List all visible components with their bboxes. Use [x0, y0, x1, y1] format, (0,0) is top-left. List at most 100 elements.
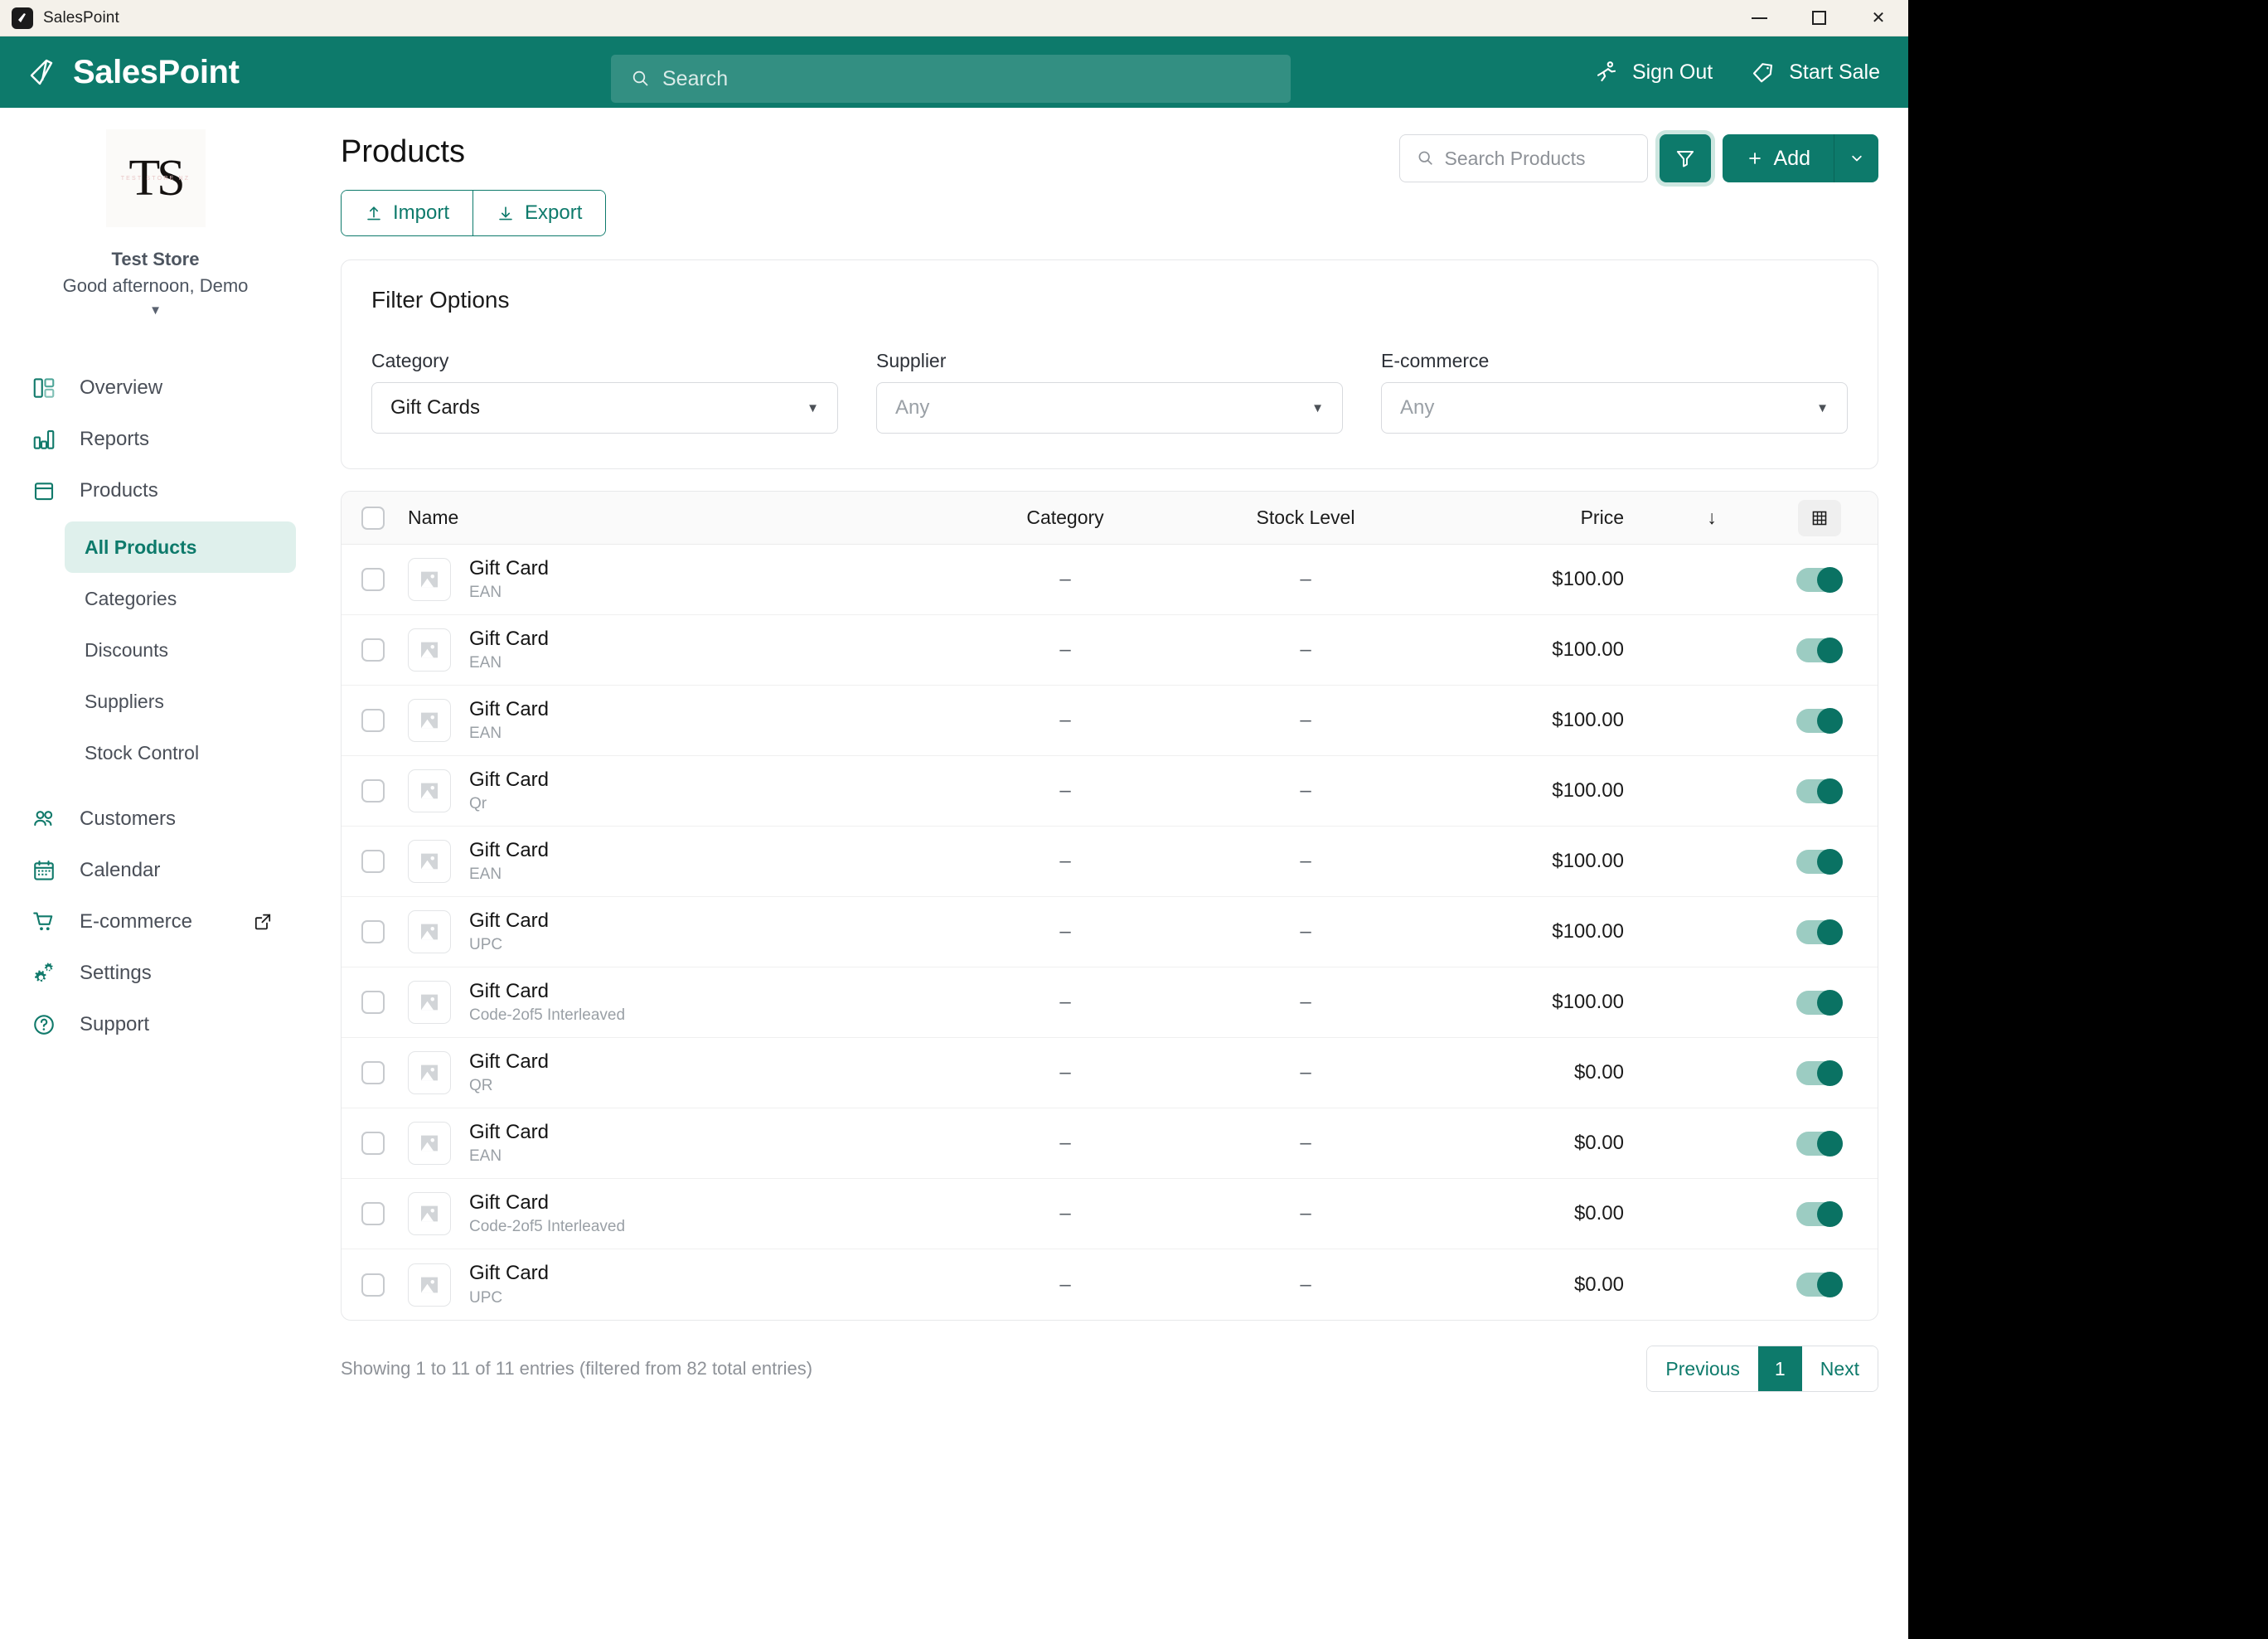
column-header-price[interactable]: Price [1430, 507, 1662, 529]
minimize-button[interactable] [1729, 0, 1789, 36]
sidebar-item-suppliers[interactable]: Suppliers [65, 676, 296, 727]
column-header-stock-level[interactable]: Stock Level [1181, 507, 1430, 529]
sort-descending-icon[interactable]: ↓ [1662, 507, 1762, 529]
product-enabled-toggle[interactable] [1762, 919, 1878, 945]
global-search-input[interactable]: Search [611, 55, 1291, 103]
chevron-down-icon: ▼ [807, 400, 819, 415]
search-icon [1418, 151, 1432, 165]
row-checkbox[interactable] [342, 1061, 405, 1084]
salespoint-window: SalesPoint ✕ SalesPoint Search Sign Out … [0, 0, 1908, 1639]
funnel-icon [1676, 151, 1694, 167]
supplier-filter-select[interactable]: Any ▼ [876, 382, 1343, 434]
cell-stock-level: – [1300, 1061, 1311, 1084]
product-enabled-toggle[interactable] [1762, 1200, 1878, 1227]
table-row[interactable]: Gift Card Code-2of5 Interleaved – – $100.00 [342, 967, 1878, 1038]
sidebar-item-all-products[interactable]: All Products [65, 521, 296, 573]
supplier-filter-label: Supplier [876, 350, 947, 371]
row-checkbox[interactable] [342, 638, 405, 662]
row-checkbox[interactable] [342, 709, 405, 732]
row-checkbox[interactable] [342, 779, 405, 803]
sidebar-item-categories[interactable]: Categories [65, 573, 296, 624]
import-label: Import [393, 201, 450, 224]
table-row[interactable]: Gift Card UPC – – $0.00 [342, 1249, 1878, 1320]
cart-icon [30, 909, 58, 934]
ecommerce-filter-value: Any [1400, 396, 1435, 419]
cell-stock-level: – [1300, 779, 1311, 802]
table-row[interactable]: Gift Card QR – – $0.00 [342, 1038, 1878, 1108]
row-checkbox[interactable] [342, 920, 405, 943]
pagination-next[interactable]: Next [1801, 1346, 1878, 1391]
pagination-page-1[interactable]: 1 [1757, 1346, 1802, 1391]
sidebar-item-settings[interactable]: Settings [0, 948, 311, 999]
cell-category: – [1059, 920, 1071, 943]
product-enabled-toggle[interactable] [1762, 637, 1878, 663]
filter-toggle-button[interactable] [1659, 134, 1711, 182]
start-sale-label: Start Sale [1789, 60, 1880, 84]
main-content: Products Import Export Search Products A… [311, 108, 1908, 1639]
add-dropdown-button[interactable] [1834, 134, 1878, 182]
column-header-category[interactable]: Category [949, 507, 1181, 529]
cell-name: Gift Card Code-2of5 Interleaved [405, 980, 949, 1026]
maximize-button[interactable] [1789, 0, 1849, 36]
product-enabled-toggle[interactable] [1762, 1060, 1878, 1086]
sidebar-item-products[interactable]: Products [0, 465, 311, 516]
product-enabled-toggle[interactable] [1762, 848, 1878, 875]
product-enabled-toggle[interactable] [1762, 989, 1878, 1016]
pagination-previous[interactable]: Previous [1647, 1346, 1758, 1391]
row-checkbox[interactable] [342, 1273, 405, 1297]
row-checkbox[interactable] [342, 1202, 405, 1225]
product-image-placeholder-icon [408, 981, 451, 1024]
cell-price: $100.00 [1552, 638, 1624, 661]
add-button[interactable]: Add [1722, 134, 1834, 182]
column-header-name[interactable]: Name [405, 507, 949, 529]
category-filter-select[interactable]: Gift Cards ▼ [371, 382, 838, 434]
table-row[interactable]: Gift Card EAN – – $100.00 [342, 545, 1878, 615]
start-sale-button[interactable]: Start Sale [1751, 60, 1880, 85]
table-row[interactable]: Gift Card EAN – – $100.00 [342, 615, 1878, 686]
product-enabled-toggle[interactable] [1762, 778, 1878, 804]
row-checkbox[interactable] [342, 850, 405, 873]
row-checkbox[interactable] [342, 1132, 405, 1155]
sidebar-nav: Overview Reports Products All Products C… [0, 362, 311, 1050]
table-row[interactable]: Gift Card EAN – – $100.00 [342, 686, 1878, 756]
row-checkbox[interactable] [342, 991, 405, 1014]
table-row[interactable]: Gift Card Qr – – $100.00 [342, 756, 1878, 827]
close-button[interactable]: ✕ [1849, 0, 1908, 36]
brand-logo[interactable]: SalesPoint [28, 54, 240, 91]
column-settings-button[interactable] [1762, 499, 1878, 536]
table-row[interactable]: Gift Card UPC – – $100.00 [342, 897, 1878, 967]
dashboard-icon [30, 376, 58, 400]
product-enabled-toggle[interactable] [1762, 707, 1878, 734]
sidebar-item-stock-control[interactable]: Stock Control [65, 727, 296, 778]
table-row[interactable]: Gift Card EAN – – $100.00 [342, 827, 1878, 897]
product-name: Gift Card [469, 697, 550, 720]
sidebar-item-calendar[interactable]: Calendar [0, 845, 311, 896]
sign-out-button[interactable]: Sign Out [1594, 60, 1713, 85]
row-checkbox[interactable] [342, 568, 405, 591]
sidebar-subitem-label: Stock Control [85, 741, 200, 764]
product-enabled-toggle[interactable] [1762, 566, 1878, 593]
search-products-input[interactable]: Search Products [1398, 134, 1648, 182]
chevron-down-icon[interactable]: ▼ [149, 303, 162, 318]
sidebar-item-discounts[interactable]: Discounts [65, 624, 296, 676]
cell-stock-level: – [1300, 1273, 1311, 1296]
store-profile[interactable]: TS TEST STORE NZ Test Store Good afterno… [0, 129, 311, 318]
sidebar-subitem-label: Categories [85, 587, 177, 609]
import-button[interactable]: Import [342, 191, 473, 235]
product-barcode-type: EAN [469, 584, 502, 602]
sidebar-item-reports[interactable]: Reports [0, 414, 311, 465]
export-button[interactable]: Export [472, 191, 606, 235]
table-row[interactable]: Gift Card EAN – – $0.00 [342, 1108, 1878, 1179]
table-row[interactable]: Gift Card Code-2of5 Interleaved – – $0.00 [342, 1179, 1878, 1249]
calendar-icon [30, 858, 58, 883]
sidebar-item-customers[interactable]: Customers [0, 793, 311, 845]
sidebar-item-ecommerce[interactable]: E-commerce [0, 896, 311, 948]
select-all-checkbox[interactable] [342, 506, 405, 530]
sidebar-item-support[interactable]: Support [0, 999, 311, 1050]
product-enabled-toggle[interactable] [1762, 1272, 1878, 1297]
sidebar-item-overview[interactable]: Overview [0, 362, 311, 414]
question-circle-icon [30, 1012, 58, 1037]
cell-price: $0.00 [1573, 1202, 1624, 1224]
product-enabled-toggle[interactable] [1762, 1130, 1878, 1157]
ecommerce-filter-select[interactable]: Any ▼ [1381, 382, 1848, 434]
